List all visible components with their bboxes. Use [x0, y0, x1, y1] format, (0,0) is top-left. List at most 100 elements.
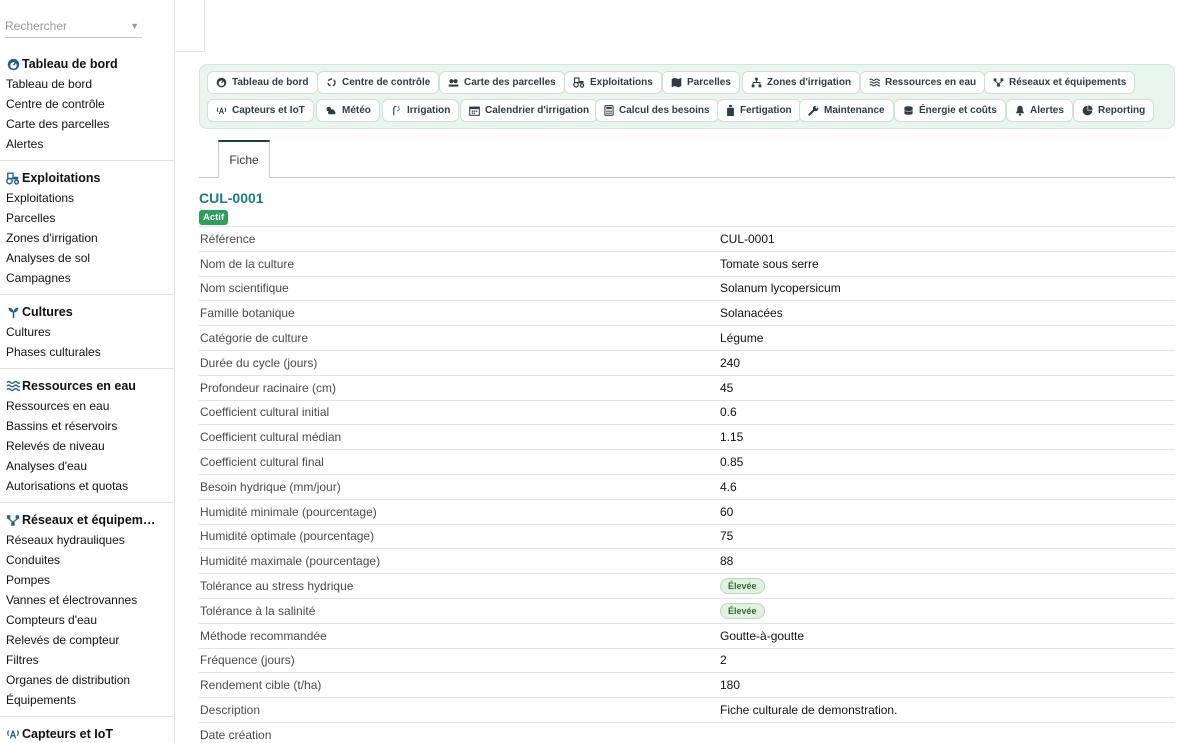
sidebar-section-header[interactable]: Capteurs et IoT	[0, 724, 174, 743]
nav-button-exploitations[interactable]: Exploitations	[564, 71, 662, 94]
sidebar-item-pompes[interactable]: Pompes	[0, 570, 174, 590]
sidebar-item-organes-de-distribution[interactable]: Organes de distribution	[0, 670, 174, 690]
table-row: Nom de la culture Tomate sous serre	[199, 251, 1175, 276]
search-select[interactable]: Rechercher ▼	[5, 14, 142, 38]
sidebar-item-conduites[interactable]: Conduites	[0, 550, 174, 570]
field-value: Solanum lycopersicum	[720, 281, 841, 296]
nav-button-label: Ressources en eau	[885, 77, 977, 88]
nav-button-fertigation[interactable]: Fertigation	[717, 99, 801, 122]
field-value: Solanacées	[720, 306, 783, 321]
table-row: Nom scientifique Solanum lycopersicum	[199, 276, 1175, 301]
sidebar-item-releves-de-compteur[interactable]: Relevés de compteur	[0, 630, 174, 650]
nav-button-parcelles[interactable]: Parcelles	[662, 71, 740, 94]
sidebar-section-header[interactable]: Réseaux et équipem…	[0, 510, 174, 530]
field-value: 60	[720, 504, 734, 519]
nav-button-zones-irrigation[interactable]: Zones d'irrigation	[742, 71, 861, 94]
sidebar-divider	[0, 502, 174, 503]
sidebar-section-title: Exploitations	[22, 171, 101, 185]
sidebar-item-cultures[interactable]: Cultures	[0, 322, 174, 342]
sidebar-item-phases-culturales[interactable]: Phases culturales	[0, 342, 174, 362]
header-toggle-area	[175, 0, 205, 52]
nav-button-calcul-des-besoins[interactable]: Calcul des besoins	[595, 99, 719, 122]
nav-button-meteo[interactable]: Météo	[316, 99, 380, 122]
field-value: 240	[720, 355, 741, 370]
field-value: 4.6	[720, 479, 737, 494]
nav-button-label: Carte des parcelles	[464, 77, 556, 88]
sidebar-item-alertes[interactable]: Alertes	[0, 134, 174, 154]
field-value: 1.15	[720, 430, 744, 445]
sidebar-item-exploitations[interactable]: Exploitations	[0, 188, 174, 208]
sidebar-divider	[0, 716, 174, 717]
sidebar-item-parcelles[interactable]: Parcelles	[0, 208, 174, 228]
pie-chart-icon	[1082, 105, 1093, 116]
sidebar-item-compteurs-deau[interactable]: Compteurs d'eau	[0, 610, 174, 630]
field-label: Fréquence (jours)	[200, 653, 295, 668]
sidebar-item-analyses-deau[interactable]: Analyses d'eau	[0, 456, 174, 476]
field-value: 2	[720, 653, 727, 668]
seedling-icon	[6, 305, 20, 319]
record-detail-table: Référence CUL-0001 Nom de la culture Tomat…	[199, 226, 1175, 743]
table-row: Humidité maximale (pourcentage) 88	[199, 548, 1175, 574]
nav-button-alertes[interactable]: Alertes	[1006, 99, 1073, 122]
sidebar-section-title: Ressources en eau	[22, 379, 136, 393]
field-label: Description	[200, 703, 261, 718]
sidebar-item-analyses-de-sol[interactable]: Analyses de sol	[0, 248, 174, 268]
nav-button-reseaux-et-equipements[interactable]: Réseaux et équipements	[984, 71, 1136, 94]
sidebar-item-vannes-et-electrovannes[interactable]: Vannes et électrovannes	[0, 590, 174, 610]
sidebar: Rechercher ▼ Tableau de bord Tableau de …	[0, 0, 175, 743]
nav-button-label: Parcelles	[687, 77, 731, 88]
nav-button-label: Reporting	[1098, 105, 1146, 116]
nav-button-label: Énergie et coûts	[919, 105, 997, 116]
chevron-down-icon: ▼	[130, 20, 139, 31]
field-value: 45	[720, 380, 734, 395]
nav-button-reporting[interactable]: Reporting	[1073, 99, 1155, 122]
nav-button-ressources-en-eau[interactable]: Ressources en eau	[860, 71, 986, 94]
sitemap-icon	[751, 77, 762, 88]
field-label: Humidité maximale (pourcentage)	[200, 554, 381, 569]
nav-button-label: Calcul des besoins	[619, 105, 710, 116]
nav-button-carte-des-parcelles[interactable]: Carte des parcelles	[439, 71, 565, 94]
sidebar-item-releves-de-niveau[interactable]: Relevés de niveau	[0, 436, 174, 456]
sidebar-section-header[interactable]: Tableau de bord	[0, 54, 174, 74]
sidebar-item-reseaux-hydrauliques[interactable]: Réseaux hydrauliques	[0, 530, 174, 550]
sidebar-section-header[interactable]: Cultures	[0, 302, 174, 322]
sidebar-item-filtres[interactable]: Filtres	[0, 650, 174, 670]
nav-button-capteurs-et-iot[interactable]: Capteurs et IoT	[207, 99, 314, 122]
tolerance-badge: Élevée	[720, 602, 765, 619]
field-value: 88	[720, 554, 734, 569]
sidebar-item-centre-de-controle[interactable]: Centre de contrôle	[0, 94, 174, 114]
sidebar-section-title: Cultures	[22, 305, 73, 319]
table-row: Description Fiche culturale de demonstrat…	[199, 697, 1175, 723]
bottle-icon	[727, 105, 734, 116]
search-placeholder: Rechercher	[5, 18, 68, 33]
record-tabs: Fiche	[199, 140, 1175, 178]
sidebar-item-autorisations-et-quotas[interactable]: Autorisations et quotas	[0, 476, 174, 496]
nav-button-maintenance[interactable]: Maintenance	[799, 99, 894, 122]
sidebar-section-header[interactable]: Ressources en eau	[0, 376, 174, 396]
tab-fiche[interactable]: Fiche	[218, 140, 270, 178]
sidebar-section-exploitations: Exploitations Exploitations Parcelles Zo…	[0, 168, 174, 288]
sidebar-section-header[interactable]: Exploitations	[0, 168, 174, 188]
sidebar-item-bassins-et-reservoirs[interactable]: Bassins et réservoirs	[0, 416, 174, 436]
table-row: Famille botanique Solanacées	[199, 300, 1175, 326]
nav-button-energie-et-couts[interactable]: Énergie et coûts	[894, 99, 1006, 122]
sidebar-item-carte-des-parcelles[interactable]: Carte des parcelles	[0, 114, 174, 134]
field-value: Légume	[720, 331, 764, 346]
sidebar-section-ressources-en-eau: Ressources en eau Ressources en eau Bass…	[0, 376, 174, 496]
field-label: Tolérance à la salinité	[200, 603, 316, 618]
field-value: 75	[720, 529, 734, 544]
nav-button-tableau-de-bord[interactable]: Tableau de bord	[207, 71, 318, 94]
gauge-icon	[6, 57, 20, 71]
field-label: Humidité optimale (pourcentage)	[200, 529, 375, 544]
sidebar-item-campagnes[interactable]: Campagnes	[0, 268, 174, 288]
field-value: CUL-0001	[720, 231, 775, 246]
nav-button-centre-de-controle[interactable]: Centre de contrôle	[317, 71, 440, 94]
sidebar-item-zones-irrigation[interactable]: Zones d'irrigation	[0, 228, 174, 248]
nav-button-irrigation[interactable]: Irrigation	[382, 99, 460, 122]
nav-button-calendrier-irrigation[interactable]: Calendrier d'irrigation	[460, 99, 599, 122]
sidebar-item-tableau-de-bord[interactable]: Tableau de bord	[0, 74, 174, 94]
field-value: Fiche culturale de demonstration.	[720, 703, 898, 718]
sidebar-item-equipements[interactable]: Équipements	[0, 690, 174, 710]
nav-button-label: Météo	[342, 105, 371, 116]
sidebar-item-ressources-en-eau[interactable]: Ressources en eau	[0, 396, 174, 416]
